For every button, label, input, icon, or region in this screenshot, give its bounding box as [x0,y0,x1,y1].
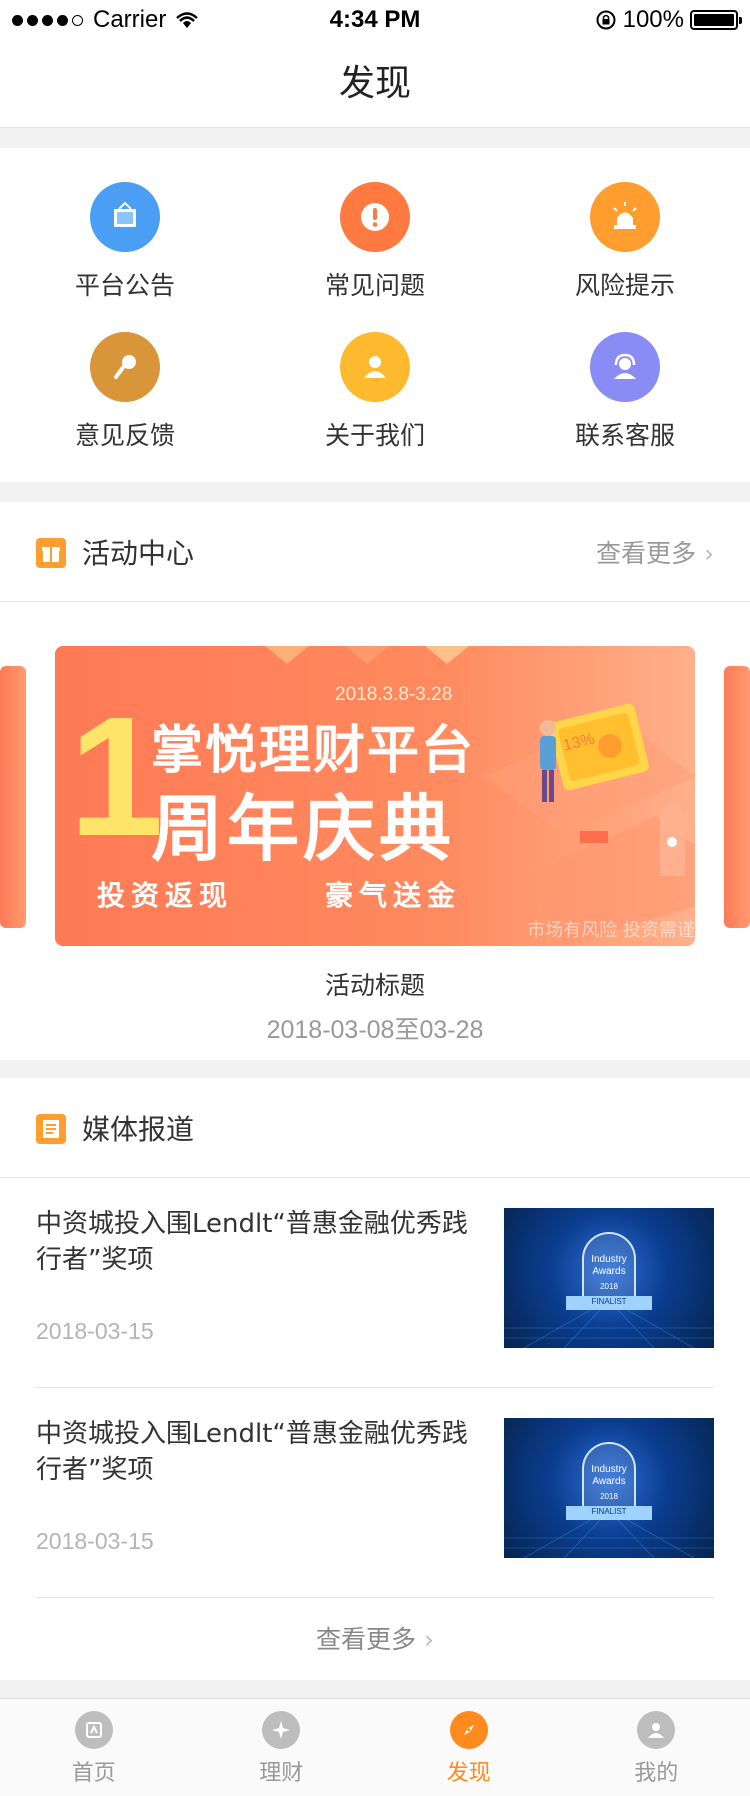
page-title: 发现 [338,63,411,104]
tab-mine[interactable]: 我的 [563,1699,750,1796]
media-section: 媒体报道 中资城投入围Lendlt“普惠金融优秀践行者”奖项 2018-03-1… [0,1078,750,1680]
grid-item-platform-notice[interactable]: 平台公告 [0,182,250,302]
news-title: 中资城投入围Lendlt“普惠金融优秀践行者”奖项 [36,1419,468,1485]
tab-bar: 首页 理财 发现 我的 [0,1698,750,1796]
activity-item-title: 活动标题 [324,971,425,1000]
profile-icon [637,1711,676,1749]
gift-icon [36,538,66,568]
news-thumbnail: Industry Awards 2018 FINALIST [504,1208,714,1348]
news-item[interactable]: 中资城投入围Lendlt“普惠金融优秀践行者”奖项 2018-03-15 Ind… [36,1388,714,1598]
media-title: 媒体报道 [82,1113,195,1146]
newspaper-icon [36,1114,66,1144]
headset-icon [590,332,660,402]
person-icon [340,332,410,402]
carousel-next-card[interactable] [724,666,750,928]
news-title: 中资城投入围Lendlt“普惠金融优秀践行者”奖项 [36,1209,468,1275]
battery-percent: 100% [622,6,684,33]
banner-slogan-left: 投资返现 [97,879,234,912]
activity-header: 活动中心 查看更多 › [0,502,750,602]
media-more-link[interactable]: 查看更多 › [0,1620,750,1656]
activity-banner[interactable]: 2018.3.8-3.28 1 掌悦理财平台 周年庆典 投资返现 豪气送金 13… [55,646,695,946]
banner-risk-note: 市场有风险 投资需谨 [527,920,695,941]
grid-item-about-us[interactable]: 关于我们 [250,332,500,452]
grid-item-risk-warning[interactable]: 风险提示 [500,182,750,302]
home-icon [74,1711,113,1749]
finance-icon [262,1711,301,1749]
banner-date: 2018.3.8-3.28 [335,684,453,705]
activity-more-link[interactable]: 查看更多 › [596,534,714,570]
grid-item-feedback[interactable]: 意见反馈 [0,332,250,452]
compass-icon [449,1711,488,1749]
exclamation-icon [340,182,410,252]
news-item[interactable]: 中资城投入围Lendlt“普惠金融优秀践行者”奖项 2018-03-15 Ind… [36,1178,714,1388]
feature-grid: 平台公告 常见问题 风险提示 意见反馈 关于我们 联系客服 [0,148,750,482]
grid-item-faq[interactable]: 常见问题 [250,182,500,302]
news-date: 2018-03-15 [36,1528,154,1554]
activity-item-date: 2018-03-08至03-28 [266,1016,484,1044]
activity-title: 活动中心 [82,537,195,570]
banner-slogan-right: 豪气送金 [325,879,462,912]
nav-bar: 发现 [0,40,750,128]
news-date: 2018-03-15 [36,1318,154,1344]
banner-big-number: 1 [69,682,164,872]
tab-discover[interactable]: 发现 [375,1699,563,1796]
media-header: 媒体报道 [0,1078,750,1178]
banner-subheadline: 周年庆典 [151,787,456,871]
chevron-right-icon: › [423,1625,434,1654]
status-bar: Carrier 4:34 PM 100% [0,0,750,40]
microphone-icon [90,332,160,402]
battery-icon [690,10,742,30]
rotation-lock-icon [596,10,616,30]
alarm-light-icon [590,182,660,252]
tab-home[interactable]: 首页 [0,1699,188,1796]
activity-center-section: 活动中心 查看更多 › 2018.3.8-3.28 1 掌悦理财平台 周年庆典 … [0,502,750,1060]
grid-item-customer-service[interactable]: 联系客服 [500,332,750,452]
carousel-prev-card[interactable] [0,666,26,928]
news-thumbnail: Industry Awards 2018 FINALIST [504,1418,714,1558]
notice-board-icon [90,182,160,252]
tab-finance[interactable]: 理财 [188,1699,376,1796]
chevron-right-icon: › [704,539,714,568]
